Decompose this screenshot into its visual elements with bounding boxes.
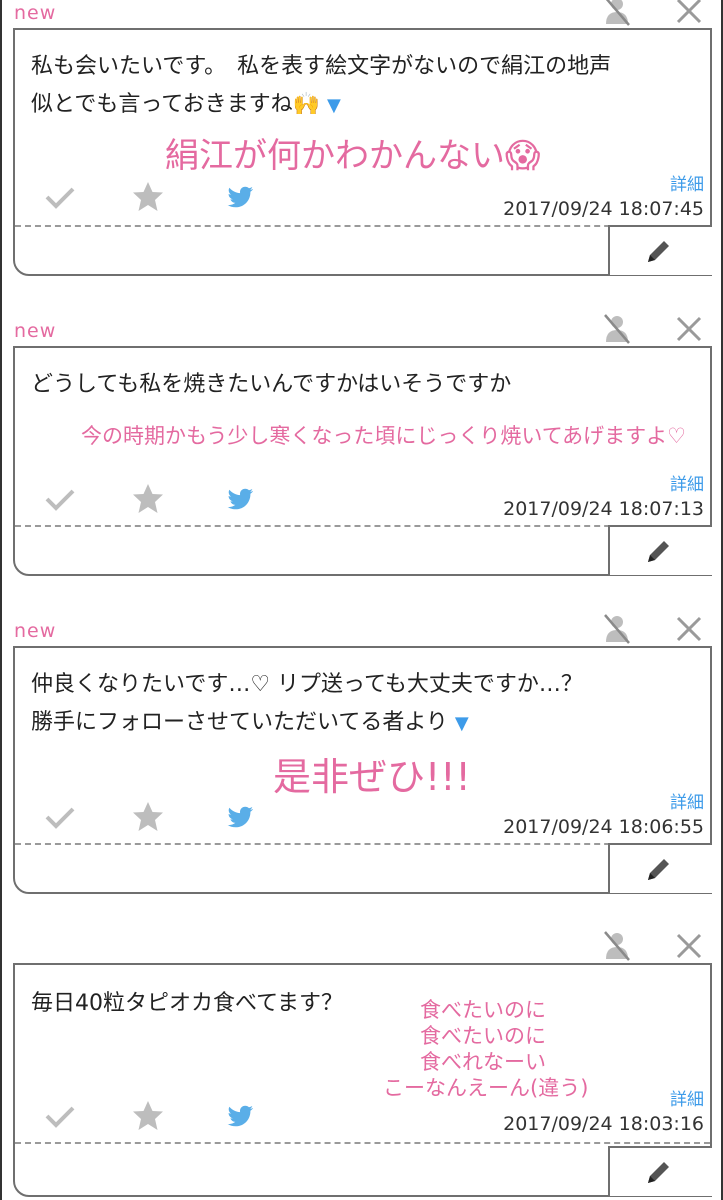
star-icon[interactable] [131,482,165,516]
divider [15,843,710,845]
message-card: 私も会いたいです。 私を表す絵文字がないので絹江の地声 似とでも言っておきますね… [13,28,712,276]
check-icon[interactable] [43,800,77,834]
edit-button[interactable] [608,225,712,275]
reply-text: 絹江が何かわかんない😱 [165,136,541,176]
expand-arrow-icon[interactable]: ▼ [327,95,341,116]
close-icon[interactable] [672,612,706,646]
page-edge-left [0,0,2,1200]
detail-link[interactable]: 詳細 [670,170,704,195]
reply-line-2: 食べたいのに [420,1024,546,1048]
reply-line-4: こーなんえーん(違う) [383,1076,589,1100]
message-line-1: どうしても私を焼きたいんですかはいそうですか [31,372,512,397]
new-label: new [14,320,57,342]
message-card: どうしても私を焼きたいんですかはいそうですか 今の時期かもう少し寒くなった頃にじ… [13,346,712,576]
timestamp: 2017/09/24 18:06:55 [503,816,704,838]
message-line-1: 私も会いたいです。 私を表す絵文字がないので絹江の地声 [31,54,612,79]
new-label: new [14,2,57,24]
mute-user-icon[interactable] [600,929,634,963]
star-icon[interactable] [131,180,165,214]
star-icon[interactable] [131,800,165,834]
message-line-2-text: 似とでも言っておきますね🙌 [31,92,320,117]
pencil-icon [648,241,669,262]
message-card: 仲良くなりたいです…♡ リプ送っても大丈夫ですか…？ 勝手にフォローさせていただ… [13,646,712,894]
twitter-bird-icon[interactable] [223,482,257,516]
message-line-1: 仲良くなりたいです…♡ リプ送っても大丈夫ですか…？ [31,672,583,697]
check-icon[interactable] [43,1099,77,1133]
divider [15,525,710,527]
reply-text-block: 食べたいのに 食べたいのに 食べれなーい こーなんえーん(違う) [383,997,589,1101]
message-line-2: 勝手にフォローさせていただいてる者より ▼ [31,704,469,736]
close-icon[interactable] [672,0,706,28]
mute-user-icon[interactable] [600,312,634,346]
twitter-bird-icon[interactable] [223,1099,257,1133]
close-icon[interactable] [672,929,706,963]
divider [15,1142,710,1144]
mute-user-icon[interactable] [600,612,634,646]
edit-button[interactable] [608,843,712,893]
message-line-2-text: 勝手にフォローさせていただいてる者より [31,710,448,735]
close-icon[interactable] [672,312,706,346]
detail-link[interactable]: 詳細 [670,788,704,813]
twitter-bird-icon[interactable] [223,180,257,214]
reply-line-3: 食べれなーい [420,1050,546,1074]
divider [15,225,710,227]
pencil-icon [648,541,669,562]
edit-button[interactable] [608,525,712,575]
timestamp: 2017/09/24 18:03:16 [503,1113,704,1135]
detail-link[interactable]: 詳細 [670,1085,704,1110]
edit-button[interactable] [608,1146,712,1196]
mute-user-icon[interactable] [600,0,634,28]
reply-text: 是非ぜひ!!! [273,755,471,799]
message-card: 毎日40粒タピオカ食べてます？ 食べたいのに 食べたいのに 食べれなーい こーな… [13,963,712,1197]
message-line-1: 毎日40粒タピオカ食べてます？ [31,991,344,1016]
pencil-icon [648,859,669,880]
expand-arrow-icon[interactable]: ▼ [455,713,469,734]
twitter-bird-icon[interactable] [223,800,257,834]
timestamp: 2017/09/24 18:07:45 [503,198,704,220]
reply-line-1: 食べたいのに [420,998,546,1022]
star-icon[interactable] [131,1099,165,1133]
check-icon[interactable] [43,180,77,214]
detail-link[interactable]: 詳細 [670,470,704,495]
pencil-icon [648,1162,669,1183]
new-label: new [14,620,57,642]
message-line-2: 似とでも言っておきますね🙌 ▼ [31,86,341,118]
timestamp: 2017/09/24 18:07:13 [503,498,704,520]
check-icon[interactable] [43,482,77,516]
reply-text: 今の時期かもう少し寒くなった頃にじっくり焼いてあげますよ♡ [81,424,686,448]
